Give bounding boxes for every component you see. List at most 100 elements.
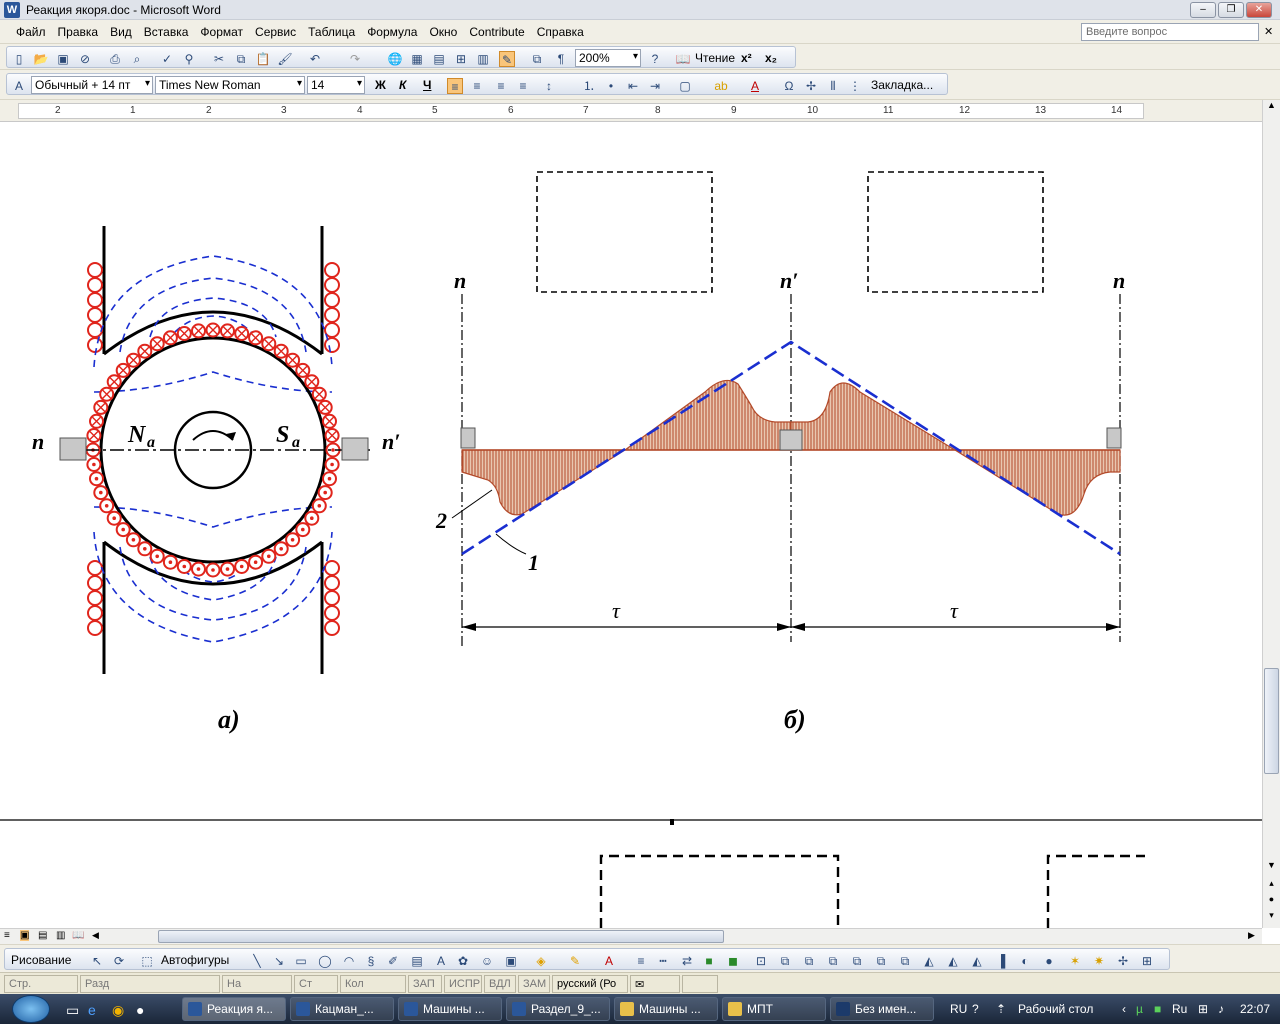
draw-tools-icon-6[interactable]: ⧉	[873, 953, 889, 969]
menu-edit[interactable]: Правка	[52, 20, 105, 44]
status-ovr[interactable]: ЗАМ	[518, 975, 550, 993]
format-painter-icon[interactable]: 🖌	[277, 51, 293, 67]
rotate-icon[interactable]: ⟳	[111, 953, 127, 969]
web-layout-icon[interactable]: ▤	[38, 930, 47, 941]
horizontal-scroll-thumb[interactable]	[158, 930, 724, 943]
draw-menu[interactable]: Рисование	[11, 953, 71, 967]
drawing-icon[interactable]: ✎	[499, 51, 515, 67]
dash-style-icon[interactable]: ┅	[655, 953, 671, 969]
read-icon[interactable]: 📖	[675, 51, 691, 67]
line-spacing-icon[interactable]: ↕	[541, 78, 557, 94]
italic-button[interactable]: К	[399, 78, 406, 92]
font-size-select[interactable]: 14	[307, 76, 365, 94]
redo-icon[interactable]: ↷	[347, 51, 363, 67]
decrease-indent-icon[interactable]: ⇤	[625, 78, 641, 94]
menu-tools[interactable]: Сервис	[249, 20, 302, 44]
draw-tools-icon-14[interactable]: ✶	[1067, 953, 1083, 969]
help-icon[interactable]: ?	[647, 51, 663, 67]
font-color-icon[interactable]: A	[747, 78, 763, 94]
numbering-icon[interactable]: ⒈	[581, 78, 597, 94]
draw-tools-icon-10[interactable]: ◭	[969, 953, 985, 969]
draw-tools-icon-8[interactable]: ◭	[921, 953, 937, 969]
menu-file[interactable]: Файл	[10, 20, 52, 44]
undo-icon[interactable]: ↶	[307, 51, 323, 67]
draw-font-color-icon[interactable]: A	[601, 953, 617, 969]
document-area[interactable]: n n′ N a S a а) n n′ n 2 1 τ τ б)	[0, 122, 1262, 928]
vertical-scrollbar[interactable]: ▲ ▼ ▴ ● ▾	[1262, 100, 1280, 928]
insert-excel-icon[interactable]: ⊞	[453, 51, 469, 67]
picture-icon[interactable]: ▣	[503, 953, 519, 969]
line-color-icon[interactable]: ✎	[567, 953, 583, 969]
status-rec[interactable]: ЗАП	[408, 975, 442, 993]
position-icon[interactable]: ✢	[803, 78, 819, 94]
task-folder-2[interactable]: МПТ	[722, 997, 826, 1021]
draw-tools-icon-2[interactable]: ⧉	[777, 953, 793, 969]
menu-view[interactable]: Вид	[104, 20, 138, 44]
clock[interactable]: 22:07	[1240, 1002, 1270, 1016]
show-hide-icon[interactable]: ¶	[553, 51, 569, 67]
arrow-icon[interactable]: ↘	[271, 953, 287, 969]
draw-tools-icon-15[interactable]: ✷	[1091, 953, 1107, 969]
next-page-icon[interactable]: ▾	[1264, 910, 1279, 924]
align-left-icon[interactable]: ≡	[447, 78, 463, 94]
word-app-icon[interactable]: W	[4, 2, 20, 18]
menu-table[interactable]: Таблица	[302, 20, 361, 44]
draw-tools-icon-13[interactable]: ●	[1041, 953, 1057, 969]
research-icon[interactable]: ⚲	[181, 51, 197, 67]
bullets-icon[interactable]: •	[603, 78, 619, 94]
horizontal-scrollbar[interactable]: ≡ ▣ ▤ ▥ 📖 ◀ ▶	[0, 928, 1262, 944]
align-center-icon[interactable]: ≡	[469, 78, 485, 94]
wordart-icon[interactable]: A	[433, 953, 449, 969]
hyperlink-icon[interactable]: 🌐	[387, 51, 403, 67]
clipart-icon[interactable]: ☺	[479, 953, 495, 969]
bold-button[interactable]: Ж	[375, 78, 386, 92]
select-objects-icon[interactable]: ↖	[89, 953, 105, 969]
task-word-2[interactable]: Кацман_...	[290, 997, 394, 1021]
minimize-button[interactable]: –	[1190, 2, 1216, 18]
outline-view-icon[interactable]: ▥	[56, 930, 65, 941]
arrow-style-icon[interactable]: ⇄	[679, 953, 695, 969]
status-ext[interactable]: ВДЛ	[484, 975, 516, 993]
align-right-icon[interactable]: ≡	[493, 78, 509, 94]
menu-contribute[interactable]: Contribute	[463, 20, 530, 44]
draw-tools-icon-16[interactable]: ✢	[1115, 953, 1131, 969]
read-button[interactable]: Чтение	[695, 51, 735, 65]
copy-icon[interactable]: ⧉	[233, 51, 249, 67]
print-icon[interactable]: ⎙	[107, 51, 123, 67]
ask-question-input[interactable]: Введите вопрос	[1081, 23, 1259, 41]
draw-tools-icon-11[interactable]: ▐	[993, 953, 1009, 969]
increase-indent-icon[interactable]: ⇥	[647, 78, 663, 94]
task-word-4[interactable]: Раздел_9_...	[506, 997, 610, 1021]
chart-icon[interactable]: ⫴	[825, 78, 841, 94]
menu-help[interactable]: Справка	[531, 20, 590, 44]
bookmark-button[interactable]: Закладка...	[871, 78, 933, 92]
menu-window[interactable]: Окно	[423, 20, 463, 44]
scroll-right-icon[interactable]: ▶	[1248, 930, 1255, 941]
insert-table-icon[interactable]: ▤	[431, 51, 447, 67]
tray-arrow-icon[interactable]: ⇡	[996, 1002, 1006, 1016]
tray-app-icon[interactable]: ■	[1154, 1002, 1161, 1016]
chrome-icon[interactable]: ◉	[112, 1002, 124, 1019]
style-select[interactable]: Обычный + 14 пт	[31, 76, 153, 94]
subscript-button[interactable]: x₂	[765, 51, 777, 65]
close-doc-icon[interactable]: ✕	[1264, 25, 1273, 38]
start-button[interactable]	[12, 995, 50, 1023]
autoshapes-menu[interactable]: Автофигуры	[161, 953, 229, 967]
new-icon[interactable]: ▯	[11, 51, 27, 67]
3d-icon[interactable]: ◼	[725, 953, 741, 969]
textbox-icon[interactable]: ▤	[409, 953, 425, 969]
task-word-active[interactable]: Реакция я...	[182, 997, 286, 1021]
font-select[interactable]: Times New Roman	[155, 76, 305, 94]
browse-object-icon[interactable]: ●	[1264, 894, 1279, 908]
menu-format[interactable]: Формат	[194, 20, 249, 44]
status-trk[interactable]: ИСПР	[444, 975, 482, 993]
zoom-select[interactable]: 200%	[575, 49, 641, 67]
draw-tools-icon-12[interactable]: ◐	[1017, 953, 1033, 969]
vertical-scroll-thumb[interactable]	[1264, 668, 1279, 774]
menu-insert[interactable]: Вставка	[138, 20, 195, 44]
language-indicator[interactable]: RU	[950, 1002, 967, 1016]
shadow-icon[interactable]: ■	[701, 953, 717, 969]
styles-icon[interactable]: A	[11, 78, 27, 94]
spelling-status-icon[interactable]: ✉	[630, 975, 680, 993]
ru-keyboard-icon[interactable]: Ru	[1172, 1002, 1187, 1016]
